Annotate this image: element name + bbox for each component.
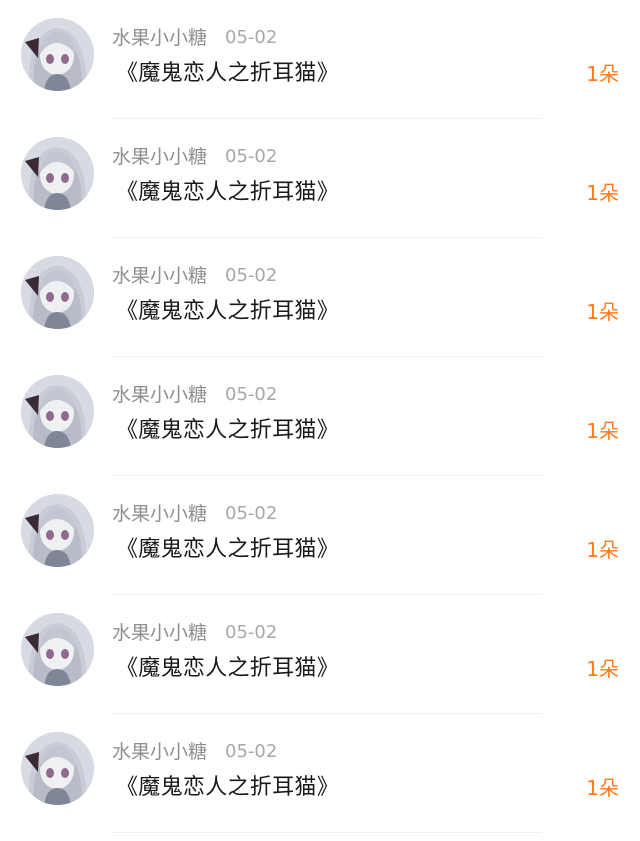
- gift-title: 《魔鬼恋人之折耳猫》: [116, 775, 340, 800]
- username[interactable]: 水果小小糖: [112, 24, 207, 52]
- gift-count: 1朵: [586, 181, 619, 205]
- item-meta: 水果小小糖 05-02: [112, 143, 277, 171]
- username[interactable]: 水果小小糖: [112, 381, 207, 409]
- avatar[interactable]: [21, 137, 94, 210]
- date: 05-02: [225, 146, 278, 167]
- username[interactable]: 水果小小糖: [112, 143, 207, 171]
- gift-count: 1朵: [586, 62, 619, 86]
- avatar[interactable]: [21, 256, 94, 329]
- gift-title: 《魔鬼恋人之折耳猫》: [116, 537, 340, 562]
- gift-title: 《魔鬼恋人之折耳猫》: [116, 299, 340, 324]
- gift-title: 《魔鬼恋人之折耳猫》: [116, 418, 340, 443]
- gift-count: 1朵: [586, 538, 619, 562]
- username[interactable]: 水果小小糖: [112, 262, 207, 290]
- username[interactable]: 水果小小糖: [112, 500, 207, 528]
- avatar[interactable]: [21, 494, 94, 567]
- item-meta: 水果小小糖 05-02: [112, 24, 277, 52]
- date: 05-02: [225, 622, 278, 643]
- date: 05-02: [225, 265, 278, 286]
- gift-title: 《魔鬼恋人之折耳猫》: [116, 61, 340, 86]
- date: 05-02: [225, 741, 278, 762]
- date: 05-02: [225, 384, 278, 405]
- avatar[interactable]: [21, 18, 94, 91]
- gift-title: 《魔鬼恋人之折耳猫》: [116, 180, 340, 205]
- item-meta: 水果小小糖 05-02: [112, 500, 277, 528]
- list-item[interactable]: 水果小小糖 05-02 《魔鬼恋人之折耳猫》 1朵: [0, 238, 640, 357]
- date: 05-02: [225, 27, 278, 48]
- avatar[interactable]: [21, 375, 94, 448]
- anime-girl-avatar-icon: [21, 375, 94, 448]
- divider: [112, 832, 542, 833]
- list-item[interactable]: 水果小小糖 05-02 《魔鬼恋人之折耳猫》 1朵: [0, 119, 640, 238]
- anime-girl-avatar-icon: [21, 137, 94, 210]
- gift-count: 1朵: [586, 300, 619, 324]
- anime-girl-avatar-icon: [21, 613, 94, 686]
- anime-girl-avatar-icon: [21, 732, 94, 805]
- gift-record-list: 水果小小糖 05-02 《魔鬼恋人之折耳猫》 1朵 水果小小糖 05-02 《魔…: [0, 0, 640, 841]
- list-item[interactable]: 水果小小糖 05-02 《魔鬼恋人之折耳猫》 1朵: [0, 595, 640, 714]
- gift-count: 1朵: [586, 657, 619, 681]
- anime-girl-avatar-icon: [21, 18, 94, 91]
- anime-girl-avatar-icon: [21, 256, 94, 329]
- gift-count: 1朵: [586, 419, 619, 443]
- avatar[interactable]: [21, 613, 94, 686]
- list-item[interactable]: 水果小小糖 05-02 《魔鬼恋人之折耳猫》 1朵: [0, 714, 640, 833]
- gift-count: 1朵: [586, 776, 619, 800]
- date: 05-02: [225, 503, 278, 524]
- list-item[interactable]: 水果小小糖 05-02 《魔鬼恋人之折耳猫》 1朵: [0, 476, 640, 595]
- avatar[interactable]: [21, 732, 94, 805]
- list-item[interactable]: 水果小小糖 05-02 《魔鬼恋人之折耳猫》 1朵: [0, 357, 640, 476]
- item-meta: 水果小小糖 05-02: [112, 738, 277, 766]
- item-meta: 水果小小糖 05-02: [112, 262, 277, 290]
- item-meta: 水果小小糖 05-02: [112, 619, 277, 647]
- list-item[interactable]: 水果小小糖 05-02 《魔鬼恋人之折耳猫》 1朵: [0, 0, 640, 119]
- gift-title: 《魔鬼恋人之折耳猫》: [116, 656, 340, 681]
- username[interactable]: 水果小小糖: [112, 738, 207, 766]
- anime-girl-avatar-icon: [21, 494, 94, 567]
- item-meta: 水果小小糖 05-02: [112, 381, 277, 409]
- username[interactable]: 水果小小糖: [112, 619, 207, 647]
